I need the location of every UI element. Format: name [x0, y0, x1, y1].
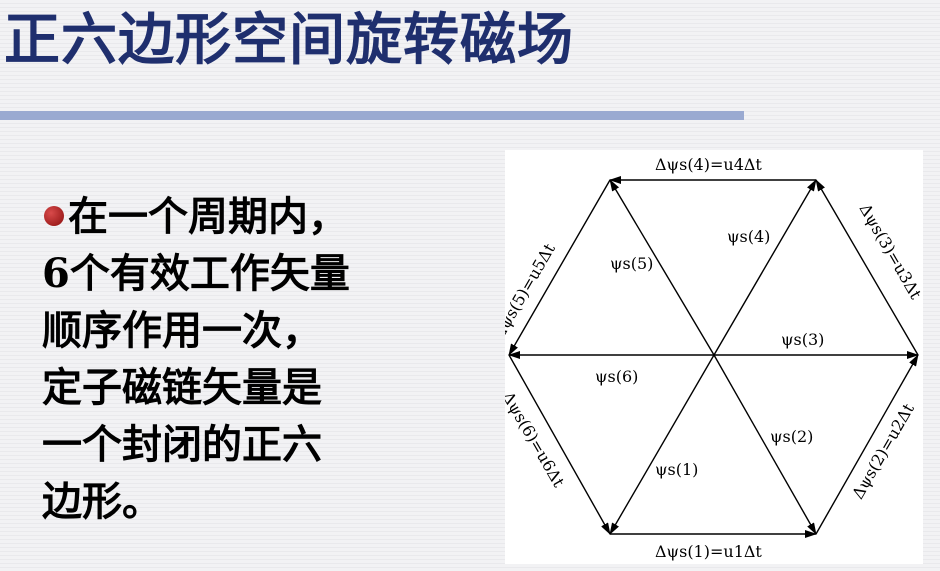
vector-label-3: ψs(3): [781, 330, 824, 349]
edge-label-1: Δψs(1)=u1Δt: [655, 542, 762, 561]
hexagon-diagram: ψs(1) ψs(2) ψs(3) ψs(4) ψs(5) ψs(6) Δψs(…: [489, 155, 926, 561]
edge-label-5: Δψs(5)=u5Δt: [505, 240, 559, 343]
edge-label-3: Δψs(3)=u3Δt: [856, 200, 923, 303]
bullet-line-3: 顺序作用一次，: [42, 307, 322, 354]
vector-label-2: ψs(2): [770, 427, 813, 446]
page-title: 正六边形空间旋转磁场: [4, 8, 574, 73]
vector-label-6: ψs(6): [595, 367, 638, 386]
vector-label-1: ψs(1): [655, 460, 698, 479]
bullet-line-6: 边形。: [42, 478, 162, 525]
bullet-line-4: 定子磁链矢量是: [42, 364, 322, 411]
bullet-line-5: 一个封闭的正六: [42, 421, 322, 468]
hexagon-diagram-panel: ψs(1) ψs(2) ψs(3) ψs(4) ψs(5) ψs(6) Δψs(…: [489, 150, 926, 564]
bullet-line-2: 6个有效工作矢量: [42, 250, 350, 297]
flux-vector-4: [713, 179, 817, 356]
bullet-line-1: 在一个周期内，: [68, 193, 348, 240]
vector-label-4: ψs(4): [727, 227, 770, 246]
title-underline: [0, 111, 744, 120]
vector-label-5: ψs(5): [610, 254, 653, 273]
hex-edge-2: [815, 354, 919, 535]
bullet-text-block: 在一个周期内， 6个有效工作矢量 顺序作用一次， 定子磁链矢量是 一个封闭的正六…: [42, 188, 442, 530]
edge-label-4: Δψs(4)=u4Δt: [655, 155, 762, 174]
hex-edge-5: [508, 179, 611, 356]
